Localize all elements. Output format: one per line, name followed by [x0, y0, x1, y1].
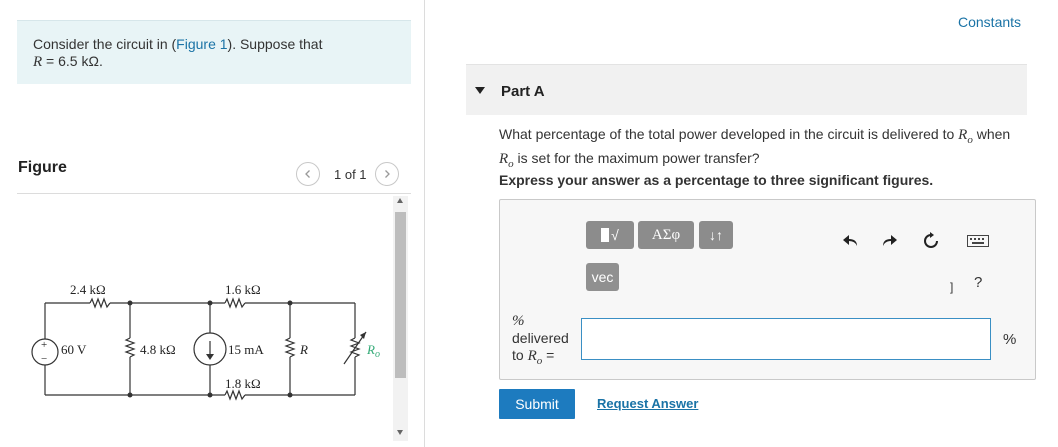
- answer-panel: √ ΑΣφ ↓↑ vec ] ? % delivered to Ro = %: [499, 199, 1036, 380]
- answer-unit: %: [1003, 331, 1017, 348]
- figure-pager: 1 of 1: [296, 161, 399, 187]
- r1-label: 2.4 kΩ: [70, 282, 106, 297]
- template-square-icon: [601, 228, 610, 242]
- r3-label: 4.8 kΩ: [140, 342, 176, 357]
- circuit-diagram: 2.4 kΩ 1.6 kΩ 4.8 kΩ 1.8 kΩ 60 V 15 mA R…: [31, 282, 380, 401]
- figure-link[interactable]: Figure 1: [176, 36, 227, 52]
- part-title: Part A: [501, 83, 545, 100]
- figure-heading: Figure: [18, 159, 67, 176]
- arrows-button[interactable]: ↓↑: [699, 221, 733, 249]
- chevron-right-icon: [384, 170, 390, 178]
- column-divider: [424, 0, 425, 447]
- intro-prefix: Consider the circuit in (: [33, 36, 177, 52]
- caret-down-icon[interactable]: [475, 87, 485, 94]
- answer-label: % delivered to Ro =: [512, 313, 569, 367]
- scroll-down-icon[interactable]: [397, 430, 403, 435]
- voltage-label: 60 V: [61, 342, 87, 357]
- resistor-4-8k: [124, 337, 136, 358]
- intro-suffix: ). Suppose that: [227, 36, 323, 52]
- help-icon[interactable]: ?: [974, 274, 982, 291]
- scroll-thumb[interactable]: [395, 212, 406, 378]
- question-text: What percentage of the total power devel…: [499, 126, 1011, 170]
- prev-figure-button[interactable]: [296, 162, 320, 186]
- greek-symbols-button[interactable]: ΑΣφ: [638, 221, 694, 249]
- problem-intro: Consider the circuit in (Figure 1). Supp…: [17, 20, 411, 84]
- resistor-1-8k: [224, 389, 246, 401]
- chevron-left-icon: [305, 170, 310, 178]
- figure-divider: [17, 193, 411, 194]
- submit-button[interactable]: Submit: [499, 389, 575, 419]
- pager-text: 1 of 1: [334, 166, 367, 182]
- plus-sign: +: [41, 339, 47, 351]
- undo-icon[interactable]: [840, 230, 862, 252]
- sqrt-icon: √: [611, 227, 619, 243]
- r-label: R: [299, 342, 308, 357]
- current-label: 15 mA: [228, 342, 264, 357]
- part-a-header[interactable]: Part A: [466, 64, 1027, 115]
- redo-icon[interactable]: [878, 230, 900, 252]
- resistor-1-6k: [224, 297, 246, 309]
- left-panel: Consider the circuit in (Figure 1). Supp…: [0, 0, 430, 447]
- r-value: = 6.5 kΩ.: [42, 53, 103, 69]
- answer-input[interactable]: [581, 318, 991, 360]
- r4-label: 1.8 kΩ: [225, 376, 261, 391]
- r-symbol: R: [33, 54, 43, 70]
- next-figure-button[interactable]: [374, 162, 399, 186]
- resistor-2-4k: [89, 297, 111, 309]
- vector-button[interactable]: vec: [586, 263, 619, 291]
- scroll-up-icon[interactable]: [397, 198, 403, 203]
- ro-label: Ro: [366, 342, 380, 360]
- minus-sign: −: [41, 353, 47, 365]
- r2-label: 1.6 kΩ: [225, 282, 261, 297]
- template-button[interactable]: √: [586, 221, 634, 249]
- reset-icon[interactable]: [920, 230, 942, 252]
- constants-link[interactable]: Constants: [958, 14, 1021, 30]
- answer-instruction: Express your answer as a percentage to t…: [499, 172, 934, 188]
- figure-scrollbar[interactable]: [393, 196, 408, 441]
- keyboard-icon[interactable]: [965, 230, 991, 252]
- bracket-icon[interactable]: ]: [950, 280, 953, 294]
- resistor-r: [284, 337, 296, 358]
- request-answer-link[interactable]: Request Answer: [597, 396, 698, 411]
